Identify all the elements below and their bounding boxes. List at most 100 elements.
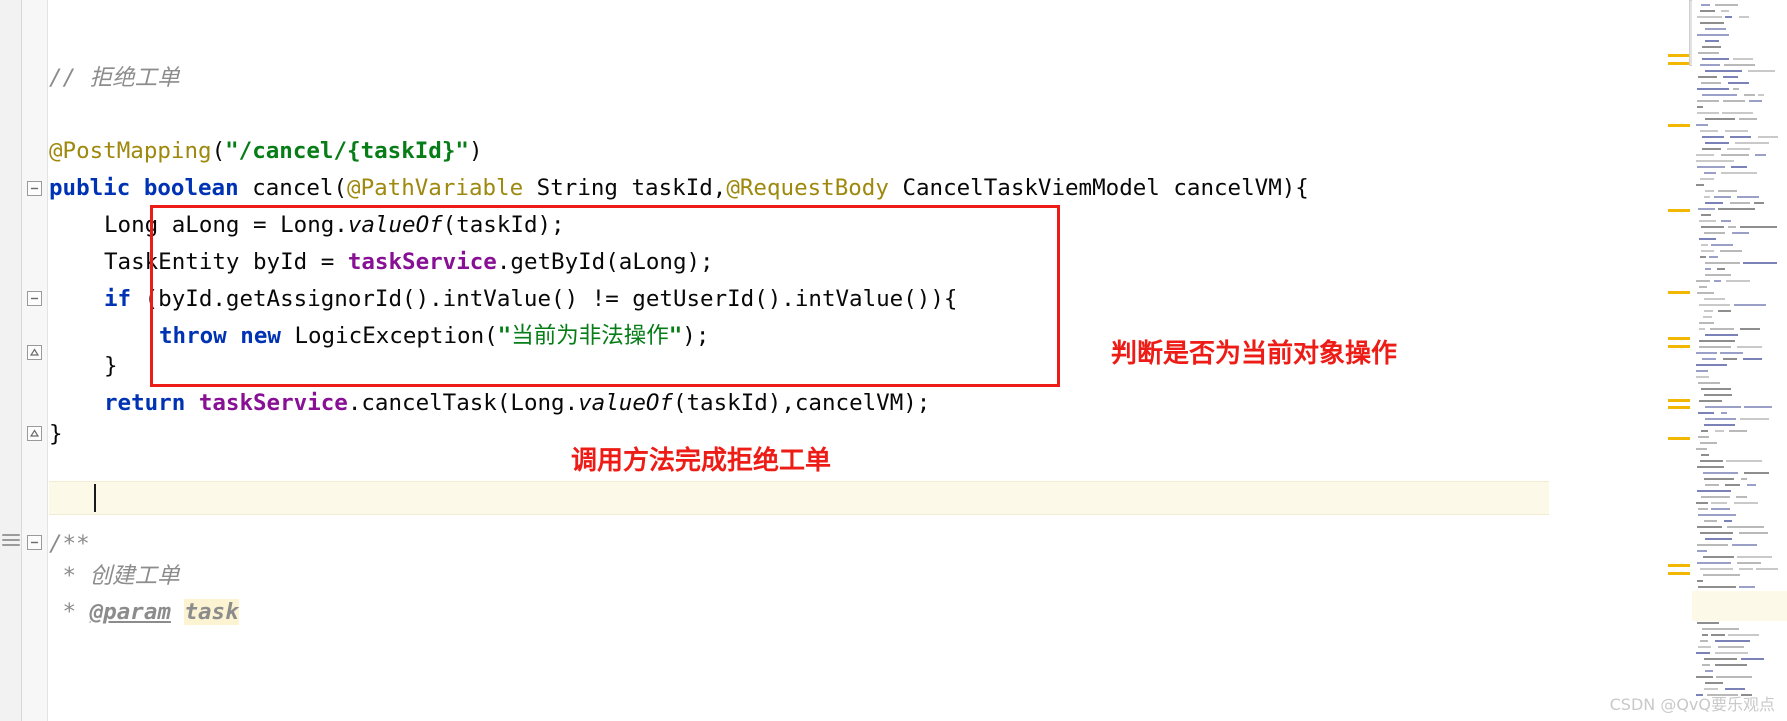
minimap-line: [1698, 508, 1708, 510]
minimap-line: [1744, 472, 1769, 474]
minimap-line: [1700, 10, 1715, 12]
minimap-line: [1725, 130, 1748, 132]
minimap-line: [1700, 532, 1733, 534]
minimap-line: [1704, 424, 1735, 426]
minimap-line: [1727, 526, 1764, 528]
minimap-line: [1731, 166, 1747, 168]
warning-stripe[interactable]: [1668, 54, 1690, 57]
gutter-fold-column[interactable]: [22, 0, 48, 721]
code-minimap[interactable]: [1692, 0, 1787, 721]
minimap-line: [1699, 286, 1707, 288]
minimap-line: [1723, 358, 1737, 360]
minimap-line: [1704, 298, 1725, 300]
warning-stripe[interactable]: [1668, 209, 1690, 212]
minimap-line: [1696, 376, 1709, 378]
minimap-line: [1739, 118, 1757, 120]
minimap-line: [1705, 418, 1736, 420]
minimap-line: [1697, 100, 1719, 102]
code-token: return: [104, 390, 186, 416]
current-line-highlight: [49, 481, 1549, 515]
line-if-check[interactable]: if (byId.getAssignorId().intValue() != g…: [49, 281, 1549, 318]
minimap-line: [1699, 400, 1722, 402]
warning-stripe[interactable]: [1668, 564, 1690, 567]
fold-collapse-icon[interactable]: [27, 181, 42, 196]
warning-stripe[interactable]: [1668, 406, 1690, 409]
minimap-line: [1722, 112, 1753, 114]
line-javadoc-desc[interactable]: * 创建工单: [49, 558, 1549, 595]
minimap-line: [1697, 16, 1722, 18]
minimap-line: [1701, 250, 1714, 252]
minimap-line: [1734, 502, 1758, 504]
line-long-along[interactable]: Long aLong = Long.valueOf(taskId);: [49, 207, 1549, 244]
minimap-line: [1718, 190, 1737, 192]
minimap-line: [1696, 160, 1734, 162]
warning-stripe[interactable]: [1668, 345, 1690, 348]
minimap-line: [1696, 124, 1708, 126]
line-taskentity-byid[interactable]: TaskEntity byId = taskService.getById(aL…: [49, 244, 1549, 281]
warning-stripe[interactable]: [1668, 337, 1690, 340]
minimap-line: [1749, 100, 1762, 102]
minimap-line: [1715, 652, 1748, 654]
minimap-line: [1699, 322, 1714, 324]
minimap-line: [1696, 352, 1717, 354]
minimap-line: [1702, 664, 1710, 666]
gutter-outer[interactable]: [0, 0, 22, 721]
minimap-line: [1705, 268, 1711, 270]
minimap-line: [1725, 484, 1740, 486]
minimap-line: [1725, 16, 1732, 18]
minimap-line: [1705, 670, 1713, 672]
warning-stripe[interactable]: [1668, 124, 1690, 127]
minimap-line: [1718, 310, 1731, 312]
warning-stripe[interactable]: [1668, 291, 1690, 294]
code-token: ": [668, 323, 683, 349]
code-token: /**: [49, 531, 90, 557]
line-method-signature[interactable]: public boolean cancel(@PathVariable Stri…: [49, 170, 1549, 207]
code-token: (taskId),cancelVM);: [672, 390, 931, 416]
minimap-line: [1744, 94, 1755, 96]
minimap-line: [1700, 178, 1714, 180]
fold-expand-icon[interactable]: [27, 426, 42, 441]
warning-stripe[interactable]: [1668, 399, 1690, 402]
bookmark-lines-icon[interactable]: [2, 534, 20, 546]
fold-expand-icon[interactable]: [27, 345, 42, 360]
minimap-line: [1740, 418, 1769, 420]
minimap-line: [1700, 130, 1718, 132]
line-javadoc-param[interactable]: * @param task: [49, 594, 1549, 631]
minimap-line: [1698, 412, 1714, 414]
minimap-line: [1740, 328, 1760, 330]
fold-collapse-icon[interactable]: [27, 291, 42, 306]
code-token: cancel(: [238, 175, 348, 201]
line-postmapping[interactable]: @PostMapping("/cancel/{taskId}"): [49, 133, 1549, 170]
minimap-line: [1716, 676, 1752, 678]
minimap-line: [1697, 292, 1714, 294]
minimap-line: [1705, 484, 1719, 486]
minimap-line: [1702, 136, 1724, 138]
minimap-line: [1703, 472, 1738, 474]
minimap-line: [1734, 304, 1766, 306]
minimap-line: [1715, 664, 1747, 666]
minimap-line: [1740, 226, 1777, 228]
code-token: Long aLong = Long.: [104, 212, 348, 238]
error-stripe-bar[interactable]: [1666, 0, 1692, 721]
minimap-line: [1714, 196, 1731, 198]
minimap-line: [1701, 430, 1708, 432]
minimap-line: [1723, 100, 1745, 102]
warning-stripe[interactable]: [1668, 572, 1690, 575]
code-token: }: [104, 353, 118, 379]
minimap-line: [1700, 460, 1723, 462]
minimap-line: [1697, 88, 1729, 90]
minimap-line: [1697, 622, 1719, 624]
code-token: String taskId,: [523, 175, 727, 201]
line-comment-reject[interactable]: // 拒绝工单: [49, 60, 1549, 97]
fold-collapse-icon[interactable]: [27, 535, 42, 550]
minimap-line: [1698, 436, 1709, 438]
minimap-line: [1704, 172, 1716, 174]
minimap-line: [1741, 478, 1747, 480]
minimap-line: [1705, 274, 1731, 276]
warning-stripe[interactable]: [1668, 437, 1690, 440]
minimap-line: [1705, 538, 1732, 540]
minimap-line: [1696, 364, 1727, 366]
minimap-line: [1701, 214, 1711, 216]
warning-stripe[interactable]: [1668, 62, 1690, 65]
minimap-line: [1697, 544, 1728, 546]
